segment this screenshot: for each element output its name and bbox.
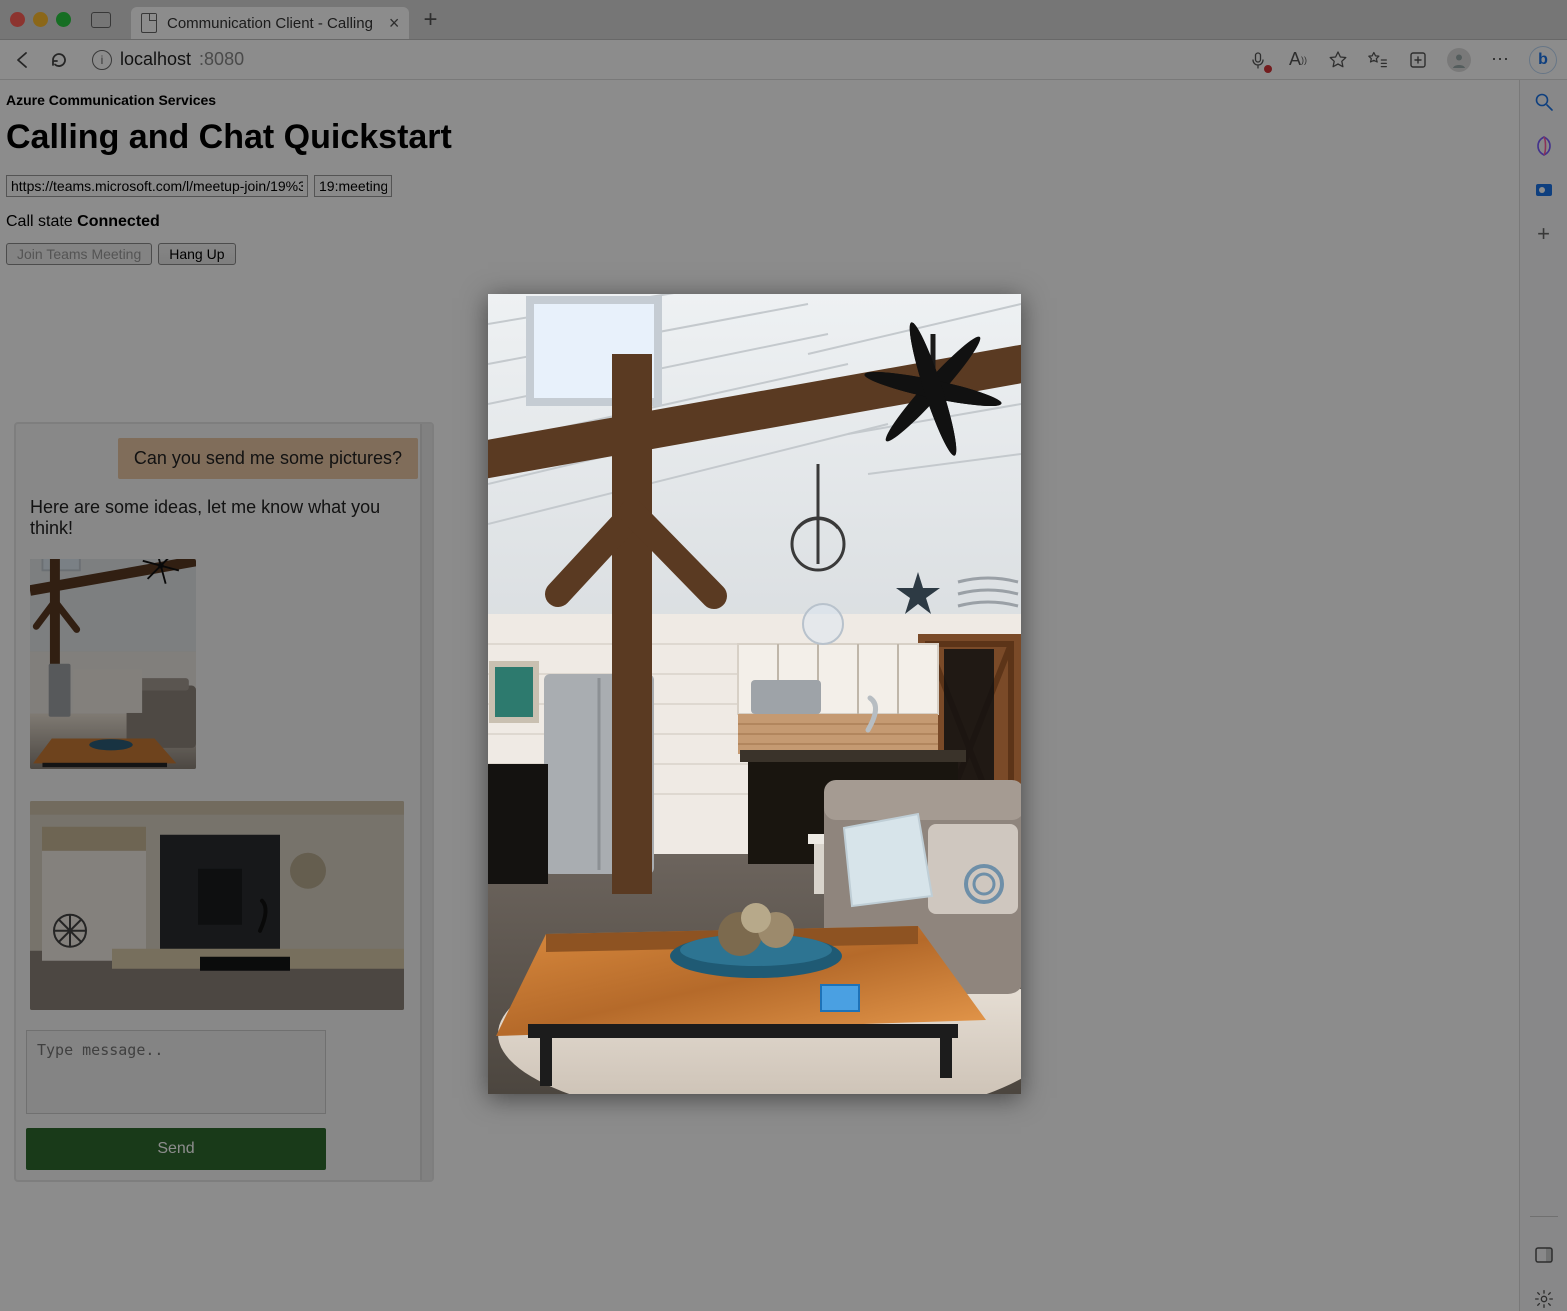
lightbox-overlay[interactable]: [0, 0, 1567, 1311]
lightbox-image[interactable]: [488, 294, 1021, 1094]
